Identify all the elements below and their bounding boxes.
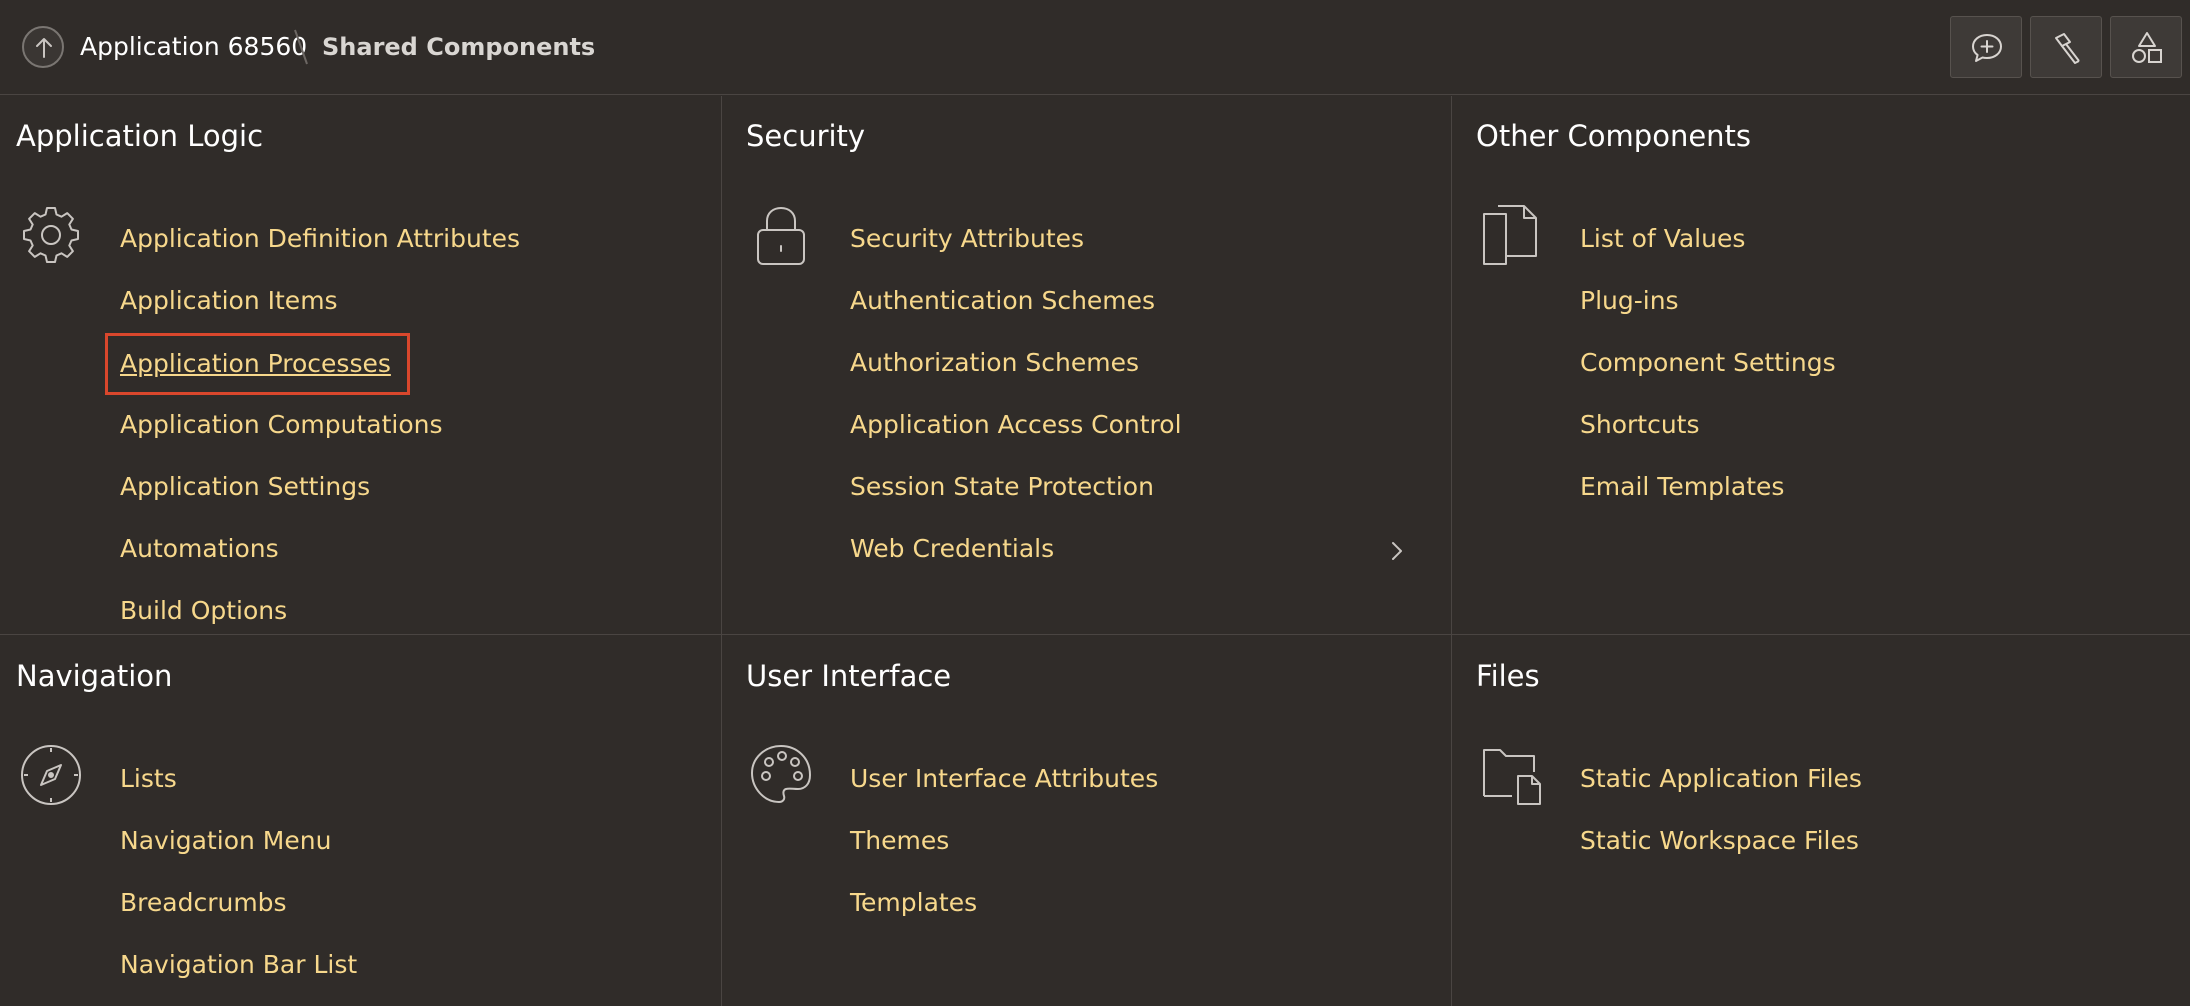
list-item: Application Access Control xyxy=(850,404,1182,466)
link-application-access-control[interactable]: Application Access Control xyxy=(850,404,1182,446)
add-comment-icon xyxy=(1972,34,2002,62)
link-authorization-schemes[interactable]: Authorization Schemes xyxy=(850,342,1139,384)
chevron-right-icon[interactable] xyxy=(1390,540,1404,562)
documents-icon xyxy=(1483,205,1537,265)
link-breadcrumbs[interactable]: Breadcrumbs xyxy=(120,882,287,924)
link-component-settings[interactable]: Component Settings xyxy=(1580,342,1836,384)
link-session-state-protection[interactable]: Session State Protection xyxy=(850,466,1154,508)
user-interface-links: User Interface Attributes Themes Templat… xyxy=(850,758,1158,944)
security-links: Security Attributes Authentication Schem… xyxy=(850,218,1402,590)
list-item: Email Templates xyxy=(1580,466,1836,528)
list-item: Application Items xyxy=(120,280,520,342)
column-divider xyxy=(1451,96,1452,1006)
link-navigation-menu[interactable]: Navigation Menu xyxy=(120,820,331,862)
flashlight-button[interactable] xyxy=(2030,16,2102,78)
gear-icon xyxy=(23,207,79,263)
link-application-items[interactable]: Application Items xyxy=(120,280,338,322)
list-item: Templates xyxy=(850,882,1158,944)
link-security-attributes[interactable]: Security Attributes xyxy=(850,218,1084,260)
shapes-icon xyxy=(2132,32,2162,63)
compass-icon xyxy=(21,745,81,805)
link-templates[interactable]: Templates xyxy=(850,882,977,924)
list-item: Navigation Menu xyxy=(120,820,357,882)
list-item: Security Attributes xyxy=(850,218,1182,280)
section-title: Files xyxy=(1476,659,1540,693)
link-email-templates[interactable]: Email Templates xyxy=(1580,466,1784,508)
link-lists[interactable]: Lists xyxy=(120,758,177,800)
list-item: Authentication Schemes xyxy=(850,280,1182,342)
list-item: Breadcrumbs xyxy=(120,882,357,944)
list-item: Application Settings xyxy=(120,466,520,528)
list-item: Session State Protection xyxy=(850,466,1182,528)
link-list-of-values[interactable]: List of Values xyxy=(1580,218,1745,260)
link-application-computations[interactable]: Application Computations xyxy=(120,404,443,446)
link-plug-ins[interactable]: Plug-ins xyxy=(1580,280,1679,322)
palette-icon xyxy=(751,745,811,803)
link-user-interface-attributes[interactable]: User Interface Attributes xyxy=(850,758,1158,800)
list-item: List of Values xyxy=(1580,218,1836,280)
navigate-up-button[interactable] xyxy=(22,26,64,68)
list-item: Themes xyxy=(850,820,1158,882)
list-item: Web Credentials xyxy=(850,528,1402,590)
files-links: Static Application Files Static Workspac… xyxy=(1580,758,1862,882)
section-title: User Interface xyxy=(746,659,952,693)
section-title: Other Components xyxy=(1476,119,1752,153)
shapes-button[interactable] xyxy=(2110,16,2182,78)
link-build-options[interactable]: Build Options xyxy=(120,590,287,632)
link-application-settings[interactable]: Application Settings xyxy=(120,466,370,508)
navigation-links: Lists Navigation Menu Breadcrumbs Naviga… xyxy=(120,758,357,1006)
add-comment-button[interactable] xyxy=(1950,16,2022,78)
list-item: Automations xyxy=(120,528,520,590)
list-item: Component Settings xyxy=(1580,342,1836,404)
link-application-definition-attributes[interactable]: Application Definition Attributes xyxy=(120,218,520,260)
section-title: Security xyxy=(746,119,866,153)
other-components-links: List of Values Plug-ins Component Settin… xyxy=(1580,218,1836,528)
list-item: Plug-ins xyxy=(1580,280,1836,342)
list-item: Application Processes xyxy=(105,333,520,404)
lock-icon xyxy=(757,206,805,265)
column-divider xyxy=(721,96,722,1006)
application-logic-links: Application Definition Attributes Applic… xyxy=(105,218,520,652)
section-title: Application Logic xyxy=(16,119,264,153)
breadcrumb-separator xyxy=(294,29,308,65)
folder-file-icon xyxy=(1483,749,1541,805)
list-item: Authorization Schemes xyxy=(850,342,1182,404)
page-title: Shared Components xyxy=(322,33,596,61)
section-title: Navigation xyxy=(16,659,173,693)
list-item: Shortcuts xyxy=(1580,404,1836,466)
list-item: User Interface Attributes xyxy=(850,758,1158,820)
top-bar: Application 68560 Shared Components xyxy=(0,0,2190,95)
link-web-credentials[interactable]: Web Credentials xyxy=(850,528,1054,570)
link-automations[interactable]: Automations xyxy=(120,528,279,570)
link-application-processes[interactable]: Application Processes xyxy=(105,333,410,395)
breadcrumb-application[interactable]: Application 68560 xyxy=(80,31,307,63)
link-authentication-schemes[interactable]: Authentication Schemes xyxy=(850,280,1155,322)
list-item: Static Application Files xyxy=(1580,758,1862,820)
list-item: Application Computations xyxy=(120,404,520,466)
list-item: Static Workspace Files xyxy=(1580,820,1862,882)
link-themes[interactable]: Themes xyxy=(850,820,949,862)
arrow-up-icon xyxy=(36,38,52,58)
link-static-workspace-files[interactable]: Static Workspace Files xyxy=(1580,820,1859,862)
link-navigation-bar-list[interactable]: Navigation Bar List xyxy=(120,944,357,986)
list-item: Build Options xyxy=(120,590,520,652)
list-item: Application Definition Attributes xyxy=(120,218,520,280)
link-static-application-files[interactable]: Static Application Files xyxy=(1580,758,1862,800)
list-item: Lists xyxy=(120,758,357,820)
list-item: Navigation Bar List xyxy=(120,944,357,1006)
flashlight-icon xyxy=(2055,33,2080,64)
link-shortcuts[interactable]: Shortcuts xyxy=(1580,404,1700,446)
